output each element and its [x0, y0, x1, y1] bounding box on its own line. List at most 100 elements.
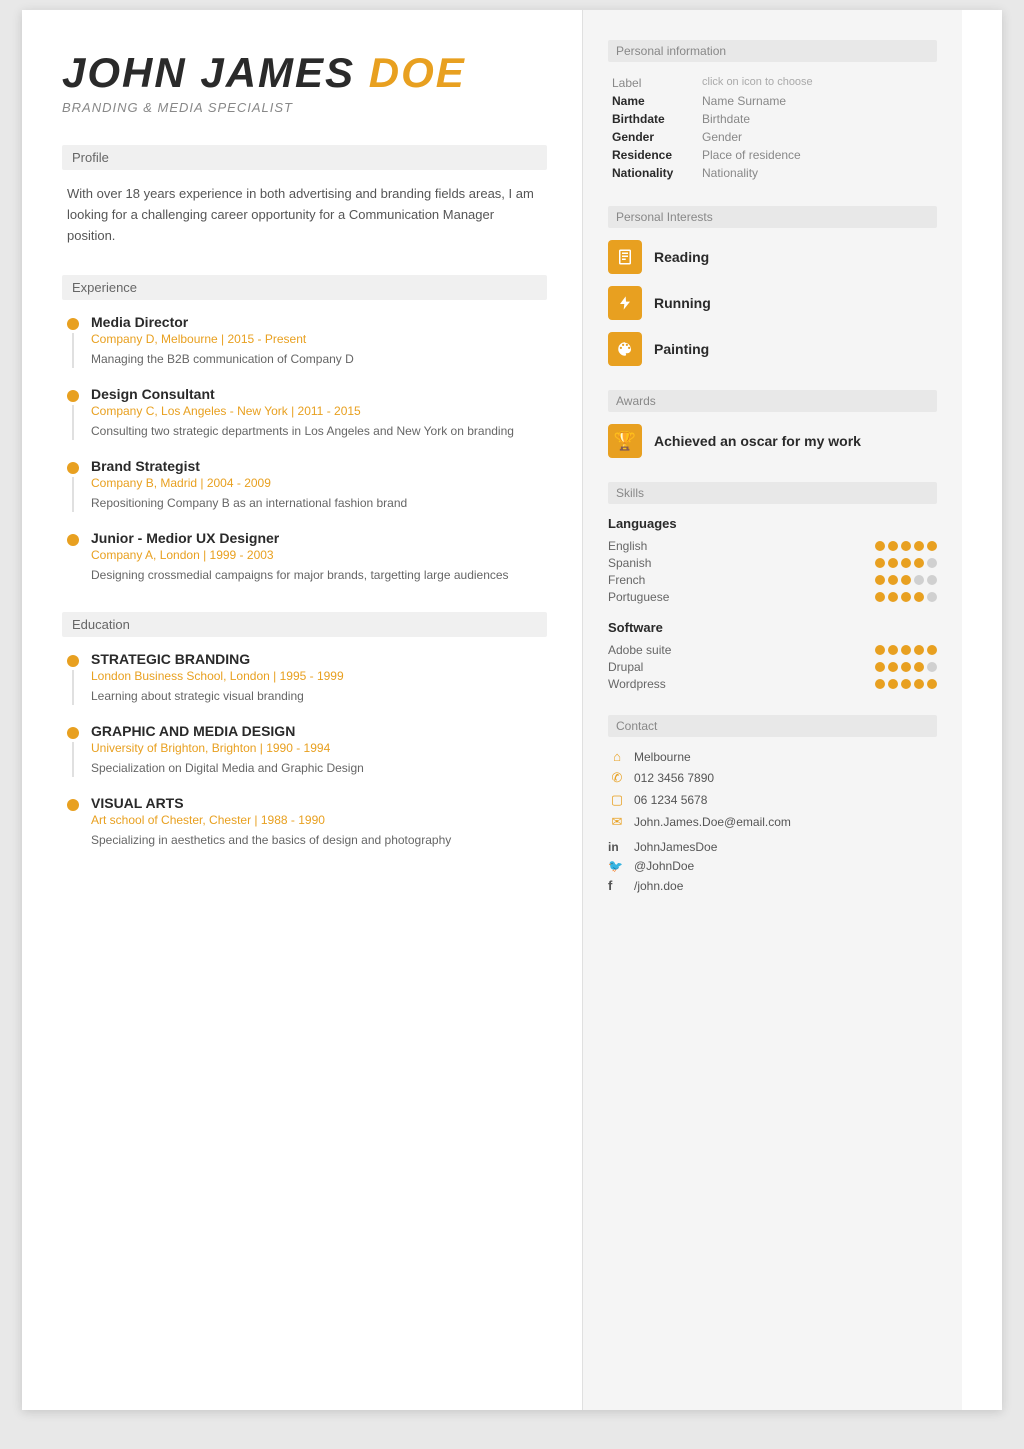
- item-subtitle: Company D, Melbourne | 2015 - Present: [91, 332, 547, 346]
- contact-value: 06 1234 5678: [634, 793, 707, 807]
- info-row: GenderGender: [608, 128, 817, 146]
- dot-filled: [914, 645, 924, 655]
- last-name: DOE: [369, 49, 466, 96]
- item-desc: Consulting two strategic departments in …: [91, 422, 547, 440]
- timeline-dot-col: [67, 314, 79, 368]
- bolt-icon: [608, 286, 642, 320]
- edu-title: STRATEGIC BRANDING: [91, 651, 547, 667]
- dot-filled: [901, 575, 911, 585]
- timeline-content: Brand Strategist Company B, Madrid | 200…: [91, 458, 547, 512]
- info-value: click on icon to choose: [698, 74, 817, 92]
- awards-section: Awards 🏆 Achieved an oscar for my work: [608, 390, 937, 458]
- item-desc: Specialization on Digital Media and Grap…: [91, 759, 547, 777]
- dot-filled: [927, 541, 937, 551]
- timeline-content: VISUAL ARTS Art school of Chester, Chest…: [91, 795, 547, 849]
- timeline-dot: [67, 534, 79, 546]
- skill-dots: [875, 541, 937, 551]
- item-desc: Managing the B2B communication of Compan…: [91, 350, 547, 368]
- experience-timeline: Media Director Company D, Melbourne | 20…: [62, 314, 547, 584]
- item-title: Design Consultant: [91, 386, 547, 402]
- experience-item: Design Consultant Company C, Los Angeles…: [67, 386, 547, 440]
- experience-section: Experience Media Director Company D, Mel…: [62, 275, 547, 584]
- palette-icon: [608, 332, 642, 366]
- software-subtitle: Software: [608, 620, 937, 635]
- contact-item: ⌂ Melbourne: [608, 749, 937, 764]
- interest-name: Painting: [654, 341, 709, 357]
- skills-section: Skills Languages EnglishSpanishFrenchPor…: [608, 482, 937, 691]
- info-label: Birthdate: [608, 110, 698, 128]
- full-name: JOHN JAMES DOE: [62, 50, 547, 96]
- education-item: GRAPHIC AND MEDIA DESIGN University of B…: [67, 723, 547, 777]
- info-value: Gender: [698, 128, 817, 146]
- info-row: NationalityNationality: [608, 164, 817, 182]
- dot-empty: [927, 592, 937, 602]
- dot-filled: [901, 558, 911, 568]
- fb-social-icon: f: [608, 878, 626, 893]
- dot-filled: [888, 541, 898, 551]
- info-label: Label: [608, 74, 698, 92]
- skill-row: Adobe suite: [608, 643, 937, 657]
- dot-filled: [914, 558, 924, 568]
- contact-value: 012 3456 7890: [634, 771, 714, 785]
- skill-name: English: [608, 539, 647, 553]
- timeline-content: Media Director Company D, Melbourne | 20…: [91, 314, 547, 368]
- dot-filled: [901, 592, 911, 602]
- dot-filled: [914, 541, 924, 551]
- edu-title: VISUAL ARTS: [91, 795, 547, 811]
- personal-info-header: Personal information: [608, 40, 937, 62]
- skills-header: Skills: [608, 482, 937, 504]
- dot-empty: [927, 575, 937, 585]
- interest-item: Painting: [608, 332, 937, 366]
- education-timeline: STRATEGIC BRANDING London Business Schoo…: [62, 651, 547, 849]
- awards-header: Awards: [608, 390, 937, 412]
- timeline-content: STRATEGIC BRANDING London Business Schoo…: [91, 651, 547, 705]
- skill-row: Drupal: [608, 660, 937, 674]
- skill-name: Drupal: [608, 660, 643, 674]
- info-label: Residence: [608, 146, 698, 164]
- timeline-dot-col: [67, 386, 79, 440]
- timeline-dot: [67, 799, 79, 811]
- timeline-dot: [67, 727, 79, 739]
- contact-item: ✉ John.James.Doe@email.com: [608, 814, 937, 830]
- dot-filled: [914, 592, 924, 602]
- personal-info-table: Labelclick on icon to chooseNameName Sur…: [608, 74, 817, 182]
- experience-section-header: Experience: [62, 275, 547, 300]
- experience-item: Media Director Company D, Melbourne | 20…: [67, 314, 547, 368]
- item-desc: Repositioning Company B as an internatio…: [91, 494, 547, 512]
- timeline-dot-col: [67, 723, 79, 777]
- social-item: f /john.doe: [608, 878, 937, 893]
- info-value: Birthdate: [698, 110, 817, 128]
- education-section: Education STRATEGIC BRANDING London Busi…: [62, 612, 547, 849]
- social-value: JohnJamesDoe: [634, 840, 717, 854]
- resume-container: JOHN JAMES DOE BRANDING & MEDIA SPECIALI…: [22, 10, 1002, 1410]
- contact-value: Melbourne: [634, 750, 691, 764]
- dot-filled: [875, 662, 885, 672]
- dot-filled: [875, 558, 885, 568]
- home-icon: ⌂: [608, 749, 626, 764]
- interest-item: Running: [608, 286, 937, 320]
- contact-section: Contact ⌂ Melbourne ✆ 012 3456 7890 ▢ 06…: [608, 715, 937, 893]
- timeline-line: [72, 477, 74, 512]
- skill-dots: [875, 592, 937, 602]
- skill-dots: [875, 662, 937, 672]
- education-section-header: Education: [62, 612, 547, 637]
- info-value: Name Surname: [698, 92, 817, 110]
- languages-subtitle: Languages: [608, 516, 937, 531]
- dot-filled: [927, 645, 937, 655]
- dot-filled: [888, 592, 898, 602]
- dot-filled: [901, 541, 911, 551]
- timeline-content: Design Consultant Company C, Los Angeles…: [91, 386, 547, 440]
- email-icon: ✉: [608, 814, 626, 830]
- dot-filled: [901, 662, 911, 672]
- skill-name: Adobe suite: [608, 643, 671, 657]
- skill-dots: [875, 558, 937, 568]
- edu-title: GRAPHIC AND MEDIA DESIGN: [91, 723, 547, 739]
- book-icon: [608, 240, 642, 274]
- skill-name: Portuguese: [608, 590, 669, 604]
- interest-item: Reading: [608, 240, 937, 274]
- timeline-content: GRAPHIC AND MEDIA DESIGN University of B…: [91, 723, 547, 777]
- dot-filled: [875, 541, 885, 551]
- social-item: in JohnJamesDoe: [608, 840, 937, 854]
- interests-header: Personal Interests: [608, 206, 937, 228]
- social-list: in JohnJamesDoe 🐦 @JohnDoe f /john.doe: [608, 840, 937, 893]
